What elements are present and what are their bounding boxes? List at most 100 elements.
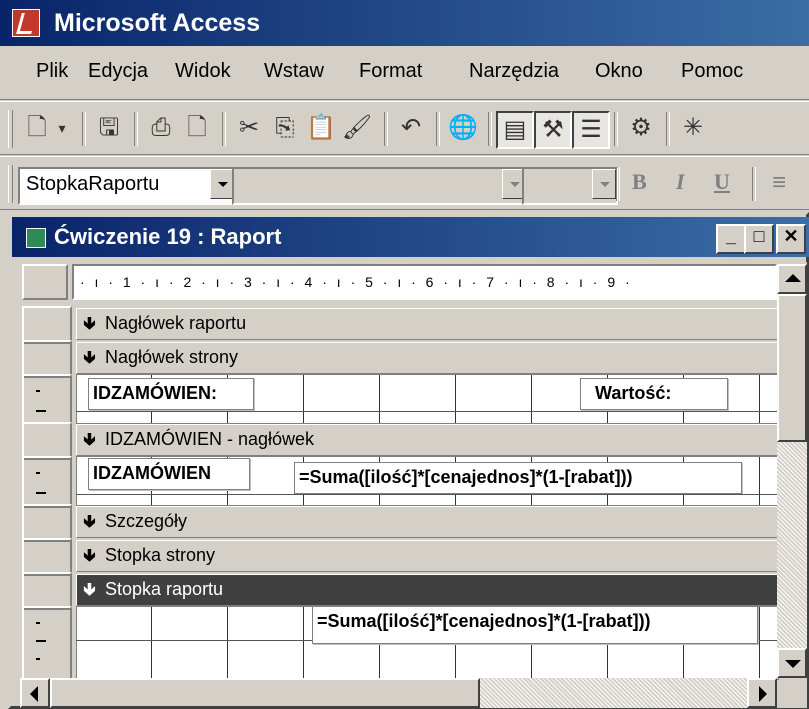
menu-wstaw[interactable]: Wstaw: [264, 60, 324, 83]
menu-widok[interactable]: Widok: [175, 60, 231, 83]
toolbar-separator: [614, 112, 618, 146]
toolbar-separator: [82, 112, 86, 146]
section-selector[interactable]: [22, 572, 72, 610]
toolbar-separator: [488, 112, 492, 146]
toolbar-grip[interactable]: [8, 110, 13, 148]
app-title-bar: Microsoft Access: [0, 0, 809, 46]
menu-plik[interactable]: Plik: [36, 60, 68, 83]
align-left-icon[interactable]: ≡: [762, 166, 796, 200]
properties-icon[interactable]: ▤: [496, 111, 534, 149]
scroll-right-icon[interactable]: [747, 678, 777, 708]
section-page-header[interactable]: 🢃 Nagłówek strony: [76, 342, 785, 374]
label-idzamowien[interactable]: IDZAMÓWIEN:: [88, 378, 254, 410]
horizontal-scrollbar[interactable]: [20, 678, 777, 708]
report-window-title: Ćwiczenie 19 : Raport: [54, 224, 282, 249]
cut-icon[interactable]: ✂: [232, 111, 266, 145]
build-icon[interactable]: ✳: [676, 111, 710, 145]
toolbox-icon[interactable]: ⚒: [534, 111, 572, 149]
toolbar-separator: [384, 112, 388, 146]
section-label: Szczegóły: [105, 511, 188, 531]
font-name-combo[interactable]: [232, 167, 528, 205]
section-group-header[interactable]: 🢃 IDZAMÓWIEN - nagłówek: [76, 424, 785, 456]
section-selector[interactable]: [22, 306, 72, 344]
section-arrow-icon: 🢃: [83, 511, 96, 531]
scroll-up-icon[interactable]: [777, 264, 807, 294]
horizontal-ruler[interactable]: · ı · 1 · ı · 2 · ı · 3 · ı · 4 · ı · 5 …: [72, 264, 777, 300]
report-selector[interactable]: [22, 264, 68, 300]
menu-bar: Plik Edycja Widok Wstaw Format Narzędzia…: [0, 46, 809, 100]
scroll-down-icon[interactable]: [777, 648, 807, 678]
field-idzamowien[interactable]: IDZAMÓWIEN: [88, 458, 250, 490]
section-detail[interactable]: 🢃 Szczegóły: [76, 506, 785, 538]
bold-button[interactable]: B: [632, 169, 647, 195]
print-icon[interactable]: ⎙: [144, 111, 178, 145]
font-size-combo[interactable]: [522, 167, 618, 205]
menu-pomoc[interactable]: Pomoc: [681, 60, 743, 83]
section-page-footer[interactable]: 🢃 Stopka strony: [76, 540, 785, 572]
copy-icon[interactable]: ⎘: [268, 111, 302, 145]
format-painter-icon[interactable]: 🖌: [340, 111, 374, 145]
toolbar-separator: [134, 112, 138, 146]
close-button[interactable]: ✕: [776, 224, 806, 254]
print-preview-icon[interactable]: 🗋: [20, 111, 54, 145]
paste-icon[interactable]: 📋: [304, 111, 338, 145]
toolbar-separator: [436, 112, 440, 146]
preview-icon[interactable]: 🗋: [180, 111, 214, 145]
section-label: Nagłówek strony: [105, 347, 239, 367]
chevron-down-icon[interactable]: [592, 169, 616, 199]
menu-narzedzia[interactable]: Narzędzia: [469, 60, 559, 83]
toolbar-grip[interactable]: [8, 165, 13, 203]
report-icon[interactable]: [26, 228, 46, 248]
web-icon[interactable]: 🌐: [446, 111, 480, 145]
section-label: IDZAMÓWIEN - nagłówek: [105, 429, 315, 449]
section-arrow-icon: 🢃: [83, 579, 96, 599]
menu-format[interactable]: Format: [359, 60, 422, 83]
object-select-value: StopkaRaportu: [26, 173, 160, 195]
app-title: Microsoft Access: [54, 9, 261, 37]
section-selector[interactable]: [22, 504, 72, 542]
toolbar-separator: [616, 167, 620, 201]
label-wartosc[interactable]: Wartość:: [580, 378, 728, 410]
section-report-footer[interactable]: 🢃 Stopka raportu: [76, 574, 785, 606]
textbox-sum-group[interactable]: =Suma([ilość]*[cenajednos]*(1-[rabat])): [294, 462, 742, 494]
vertical-scrollbar[interactable]: [777, 264, 807, 678]
chevron-down-icon[interactable]: [210, 169, 234, 199]
section-label: Stopka raportu: [105, 579, 224, 599]
horizontal-scroll-thumb[interactable]: [50, 678, 480, 708]
access-app-icon[interactable]: [12, 9, 40, 37]
menu-okno[interactable]: Okno: [595, 60, 643, 83]
code-icon[interactable]: ⚙: [624, 111, 658, 145]
section-selector[interactable]: [22, 340, 72, 378]
minimize-button[interactable]: _: [716, 224, 746, 254]
section-report-header[interactable]: 🢃 Nagłówek raportu: [76, 308, 785, 340]
formatting-toolbar: StopkaRaportu B I U ≡: [0, 156, 809, 210]
italic-button[interactable]: I: [676, 169, 685, 195]
maximize-button[interactable]: □: [744, 224, 774, 254]
section-label: Stopka strony: [105, 545, 216, 565]
section-arrow-icon: 🢃: [83, 429, 96, 449]
section-selector[interactable]: [22, 538, 72, 576]
section-arrow-icon: 🢃: [83, 545, 96, 565]
section-selector[interactable]: [22, 456, 72, 508]
textbox-sum-report[interactable]: =Suma([ilość]*[cenajednos]*(1-[rabat])): [312, 606, 758, 644]
underline-button[interactable]: U: [714, 169, 730, 195]
field-list-icon[interactable]: ☰: [572, 111, 610, 149]
section-selector[interactable]: [22, 606, 72, 682]
section-arrow-icon: 🢃: [83, 313, 96, 333]
report-design-toolbar: 🗋 ▾ 🖫 ⎙ 🗋 ✂ ⎘ 📋 🖌 ↶ 🌐 ▤ ⚒ ☰ ⚙ ✳: [0, 101, 809, 155]
section-selector[interactable]: [22, 422, 72, 460]
section-selector[interactable]: [22, 374, 72, 424]
scroll-left-icon[interactable]: [20, 678, 50, 708]
grid-line: [76, 494, 777, 495]
menu-edycja[interactable]: Edycja: [88, 60, 148, 83]
undo-icon[interactable]: ↶: [394, 111, 428, 145]
save-icon[interactable]: 🖫: [92, 111, 126, 145]
toolbar-separator: [752, 167, 756, 201]
report-window-title-bar: Ćwiczenie 19 : Raport _ □ ✕: [12, 217, 809, 257]
vertical-scroll-thumb[interactable]: [777, 294, 807, 442]
view-dropdown-icon[interactable]: ▾: [52, 111, 72, 145]
toolbar-separator: [666, 112, 670, 146]
section-label: Nagłówek raportu: [105, 313, 247, 333]
grid-line: [76, 411, 777, 412]
object-select-combo[interactable]: StopkaRaportu: [18, 167, 236, 205]
